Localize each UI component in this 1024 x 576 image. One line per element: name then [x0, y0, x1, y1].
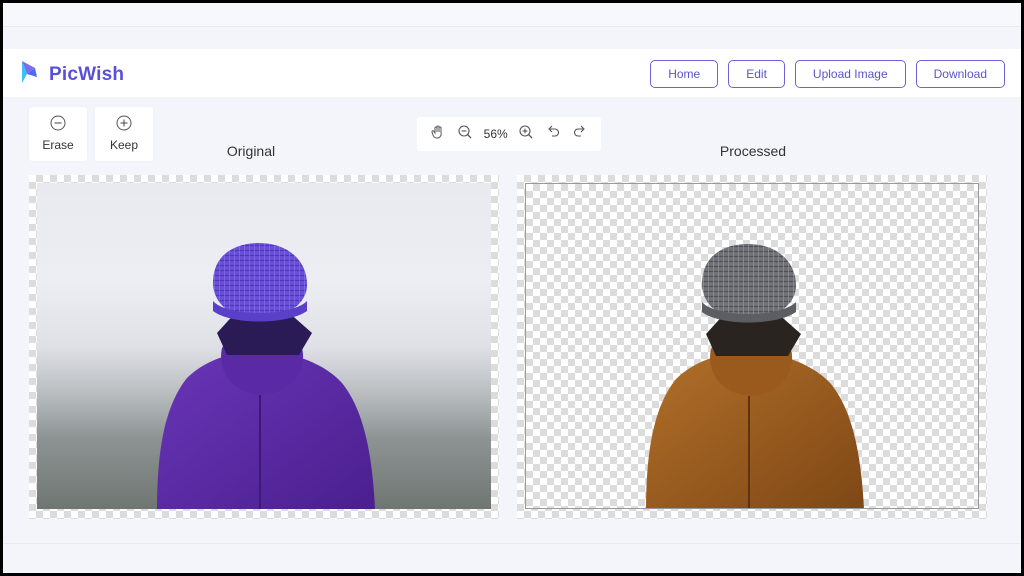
zoom-out-icon[interactable] — [457, 124, 473, 145]
plus-circle-icon — [116, 115, 132, 135]
processed-photo[interactable] — [525, 183, 979, 509]
top-strip — [3, 3, 1021, 27]
download-button[interactable]: Download — [915, 60, 1005, 88]
original-photo[interactable] — [37, 183, 491, 509]
person-figure-processed — [646, 244, 864, 508]
upload-image-button[interactable]: Upload Image — [794, 60, 906, 88]
minus-circle-icon — [50, 115, 66, 135]
processed-panel-title: Processed — [719, 143, 787, 159]
home-button[interactable]: Home — [650, 60, 719, 88]
zoom-level: 56% — [483, 127, 508, 141]
original-image-panel — [29, 175, 499, 519]
zoom-toolbar: 56% — [417, 117, 601, 151]
erase-tool-button[interactable]: Erase — [29, 107, 87, 161]
logo-text: PicWish — [49, 63, 125, 85]
redo-icon[interactable] — [572, 124, 588, 145]
keep-tool-button[interactable]: Keep — [95, 107, 153, 161]
top-nav: Home Edit Upload Image Download — [650, 60, 1005, 88]
erase-label: Erase — [42, 138, 74, 152]
bottom-strip — [3, 543, 1021, 573]
zoom-in-icon[interactable] — [518, 124, 534, 145]
keep-label: Keep — [109, 138, 139, 152]
undo-icon[interactable] — [545, 124, 561, 145]
original-panel-title: Original — [226, 143, 276, 159]
person-figure-original — [157, 243, 375, 509]
processed-image-panel — [517, 175, 987, 519]
picwish-logo-icon — [19, 59, 41, 90]
hand-icon[interactable] — [430, 124, 446, 145]
edit-button[interactable]: Edit — [728, 60, 785, 88]
app-window: PicWish Home Edit Upload Image Download … — [3, 3, 1021, 573]
header-bar: PicWish Home Edit Upload Image Download — [3, 49, 1021, 97]
logo[interactable]: PicWish — [19, 59, 124, 90]
